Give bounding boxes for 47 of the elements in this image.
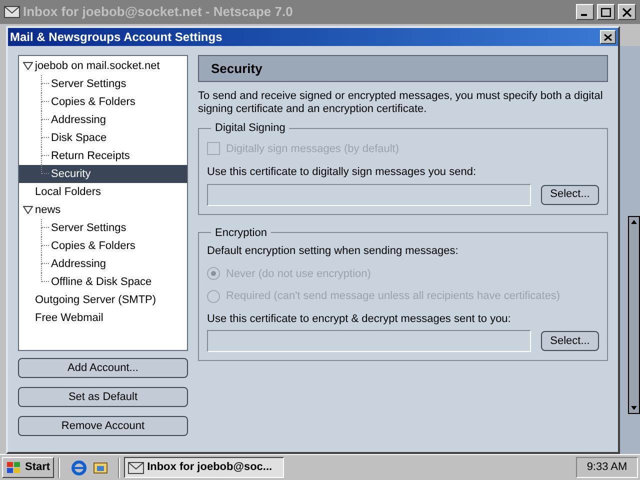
field-label: Use this certificate to encrypt & decrypt messages sent to you: [207,312,512,326]
windows-logo-icon [6,460,22,474]
select-button[interactable]: Select... [541,184,599,204]
tree-item[interactable]: Server Settings [19,219,187,237]
browser-icon[interactable] [70,458,88,476]
field-label: Use this certificate to digitally sign messages you send: [207,165,478,180]
expanded-triangle-icon[interactable] [23,206,33,214]
account-button[interactable]: Set as Default [18,387,188,407]
tree-item[interactable]: Addressing [19,111,187,129]
tree-item[interactable]: Server Settings [19,75,187,93]
tree-item[interactable]: Security [19,165,187,183]
tree-item[interactable]: Copies & Folders [19,93,187,111]
tree-item[interactable]: Offline & Disk Space [19,273,187,291]
tree-item[interactable]: Outgoing Server (SMTP) [19,291,187,309]
tree-item[interactable]: joebob on mail.socket.net [19,57,187,75]
tree-item[interactable]: Copies & Folders [19,237,187,255]
close-icon [622,8,632,16]
certificate-field[interactable] [207,330,531,352]
tree-item[interactable]: Free Webmail [19,309,187,327]
account-button[interactable]: Remove Account [18,416,188,436]
close-icon [604,34,612,40]
window-title: Inbox for joebob@socket.net - Netscape 7.0 [23,3,294,22]
certificate-field[interactable] [207,184,531,206]
minimize-button[interactable] [576,4,594,20]
tree-item[interactable]: Addressing [19,255,187,273]
field-label: Default encryption setting when sending messages: [207,244,460,259]
close-button[interactable] [600,30,616,44]
dialog-title: Mail & Newsgroups Account Settings [10,29,224,46]
clock: 9:33 AM [576,457,638,478]
start-button[interactable]: Start [2,457,54,478]
close-button[interactable] [618,4,636,20]
tree-item[interactable]: Local Folders [19,183,187,201]
group-legend: Digital Signing [211,120,290,136]
tree-item[interactable]: news [19,201,187,219]
minimize-icon [581,14,587,16]
envelope-icon [4,6,20,18]
taskbar-button[interactable]: Inbox for joebob@soc... [124,457,284,478]
group-legend: Encryption [211,224,271,241]
account-button[interactable]: Add Account... [18,358,188,378]
expanded-triangle-icon[interactable] [23,62,33,70]
panel-title: Security [211,60,262,78]
maximize-button[interactable] [597,4,615,20]
intro-text: To send and receive signed or encrypted messages, you must specify both a digital signing certificate and an encryption certificate. [198,90,604,116]
tree-item[interactable]: Disk Space [19,129,187,147]
envelope-icon [128,462,144,474]
maximize-icon [601,8,611,16]
select-button[interactable]: Select... [541,331,599,351]
